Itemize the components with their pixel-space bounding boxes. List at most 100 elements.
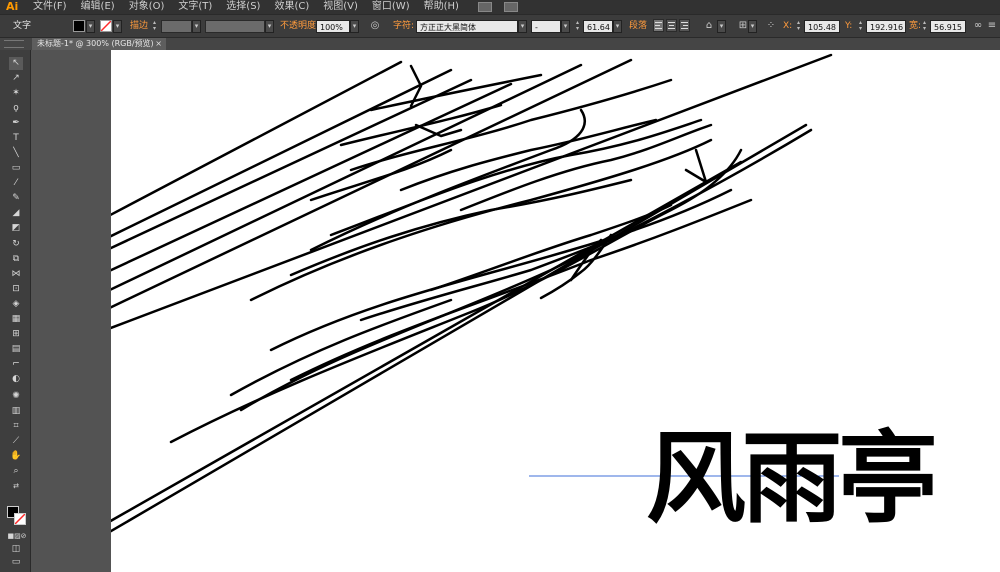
eyedropper-tool-icon[interactable]: ⌐: [9, 358, 23, 371]
screen-mode-icon[interactable]: ▭: [9, 556, 23, 569]
color-mode-buttons-icon[interactable]: ■▨⊘: [6, 530, 28, 543]
line-tool-icon[interactable]: ╲: [9, 147, 23, 160]
rectangle-tool-icon[interactable]: ▭: [9, 162, 23, 175]
free-transform-tool-icon[interactable]: ⊡: [9, 283, 23, 296]
y-field[interactable]: 192.916: [866, 20, 906, 33]
menu-type[interactable]: 文字(T): [171, 0, 219, 14]
pen-tool-icon[interactable]: ✒: [9, 117, 23, 130]
menu-edit[interactable]: 编辑(E): [74, 0, 122, 14]
lasso-tool-icon[interactable]: ϙ: [9, 102, 23, 115]
mode-label: 文字: [13, 21, 32, 31]
arrange-documents-icon[interactable]: [503, 2, 518, 12]
stroke-label[interactable]: 描边: [130, 19, 148, 33]
stroke-weight-field[interactable]: [161, 20, 192, 33]
menu-view[interactable]: 视图(V): [316, 0, 365, 14]
artboard-tool-icon[interactable]: ⌗: [9, 420, 23, 433]
align-center-button[interactable]: [666, 19, 677, 32]
swap-fill-stroke-icon[interactable]: ⇄: [9, 480, 23, 493]
opacity-label[interactable]: 不透明度: [280, 19, 316, 33]
scribble-stroke: [684, 148, 708, 184]
scribble-stroke: [369, 73, 543, 112]
scribble-stroke: [359, 223, 643, 322]
scale-tool-icon[interactable]: ⧉: [9, 253, 23, 266]
paintbrush-tool-icon[interactable]: ⁄: [9, 177, 23, 190]
zoom-tool-icon[interactable]: ⌕: [9, 465, 23, 478]
document-tab[interactable]: 未标题-1* @ 300% (RGB/预览) ×: [32, 38, 166, 50]
font-family-dropdown[interactable]: ▾: [518, 20, 527, 33]
perspective-grid-tool-icon[interactable]: ▦: [9, 313, 23, 326]
panel-menu-icon[interactable]: ≡: [986, 20, 998, 32]
constrain-link-icon[interactable]: ∞: [972, 20, 984, 32]
fill-swatch[interactable]: [73, 20, 85, 32]
symbol-sprayer-tool-icon[interactable]: ✺: [9, 390, 23, 403]
type-tool-icon[interactable]: T: [9, 132, 23, 145]
transform-dropdown[interactable]: ▾: [717, 20, 726, 33]
scribble-stroke: [111, 60, 403, 217]
blend-tool-icon[interactable]: ◐: [9, 373, 23, 386]
stroke-dropdown[interactable]: ▾: [113, 20, 122, 33]
font-size-stepper[interactable]: ▴ ▾: [576, 20, 582, 33]
variable-width-dropdown[interactable]: ▾: [265, 20, 274, 33]
shape-builder-tool-icon[interactable]: ◈: [9, 298, 23, 311]
menu-file[interactable]: 文件(F): [26, 0, 74, 14]
align-right-button[interactable]: [679, 19, 690, 32]
scribble-stroke: [111, 68, 453, 238]
fill-dropdown[interactable]: ▾: [86, 20, 95, 33]
transform-icon[interactable]: ⌂: [703, 20, 715, 32]
x-field[interactable]: 105.48: [804, 20, 840, 33]
pencil-tool-icon[interactable]: ✎: [9, 192, 23, 205]
stroke-weight-stepper[interactable]: ▴ ▾: [153, 20, 159, 33]
artwork-text[interactable]: 风雨亭: [646, 424, 938, 534]
mesh-tool-icon[interactable]: ⊞: [9, 328, 23, 341]
font-style-field[interactable]: -: [531, 20, 561, 33]
slice-tool-icon[interactable]: ⟋: [9, 435, 23, 448]
document-tab-title: 未标题-1* @ 300% (RGB/预览): [37, 39, 154, 48]
menu-help[interactable]: 帮助(H): [417, 0, 466, 14]
blob-brush-tool-icon[interactable]: ◢: [9, 207, 23, 220]
width-stepper[interactable]: ▴ ▾: [923, 20, 929, 33]
artboard[interactable]: 风雨亭: [111, 50, 1000, 572]
stroke-weight-dropdown[interactable]: ▾: [192, 20, 201, 33]
gradient-tool-icon[interactable]: ▤: [9, 343, 23, 356]
stroke-color-swatch[interactable]: [14, 513, 26, 525]
align-left-button[interactable]: [653, 19, 664, 32]
y-stepper[interactable]: ▴ ▾: [859, 20, 865, 33]
column-graph-tool-icon[interactable]: ▥: [9, 405, 23, 418]
rotate-tool-icon[interactable]: ↻: [9, 238, 23, 251]
scribble-stroke: [229, 298, 453, 397]
x-stepper[interactable]: ▴ ▾: [797, 20, 803, 33]
selection-tool-icon[interactable]: ↖: [9, 57, 23, 70]
scribble-stroke: [309, 148, 453, 202]
scribble-stroke: [309, 108, 586, 252]
stroke-none-swatch[interactable]: [100, 20, 112, 32]
bridge-icon[interactable]: [477, 2, 492, 12]
recolor-icon[interactable]: ◎: [369, 20, 381, 32]
menu-object[interactable]: 对象(O): [122, 0, 172, 14]
magic-wand-tool-icon[interactable]: ✶: [9, 87, 23, 100]
hand-tool-icon[interactable]: ✋: [9, 450, 23, 463]
width-field[interactable]: 56.915: [930, 20, 966, 33]
font-size-field[interactable]: 61.64: [583, 20, 613, 33]
paragraph-label[interactable]: 段落: [629, 19, 647, 33]
opacity-dropdown[interactable]: ▾: [350, 20, 359, 33]
reference-point-icon[interactable]: ⁘: [765, 20, 777, 32]
menu-window[interactable]: 窗口(W): [365, 0, 417, 14]
font-style-dropdown[interactable]: ▾: [561, 20, 570, 33]
menu-effect[interactable]: 效果(C): [267, 0, 316, 14]
width-tool-icon[interactable]: ⋈: [9, 268, 23, 281]
font-size-dropdown[interactable]: ▾: [613, 20, 622, 33]
width-label: 宽:: [909, 21, 922, 31]
opacity-field[interactable]: 100%: [316, 20, 350, 33]
x-label: X:: [783, 21, 793, 31]
variable-width-field[interactable]: [205, 20, 265, 33]
align-objects-dropdown[interactable]: ▾: [748, 20, 757, 33]
eraser-tool-icon[interactable]: ◩: [9, 222, 23, 235]
close-tab-icon[interactable]: ×: [155, 38, 162, 50]
character-label[interactable]: 字符:: [393, 19, 414, 33]
drawing-mode-icon[interactable]: ◫: [9, 543, 23, 556]
tab-grip[interactable]: [4, 40, 24, 48]
document-tab-bar: 未标题-1* @ 300% (RGB/预览) ×: [0, 38, 1000, 50]
menu-select[interactable]: 选择(S): [219, 0, 267, 14]
font-family-field[interactable]: 方正正大黑简体: [416, 20, 518, 33]
direct-selection-tool-icon[interactable]: ↗: [9, 72, 23, 85]
